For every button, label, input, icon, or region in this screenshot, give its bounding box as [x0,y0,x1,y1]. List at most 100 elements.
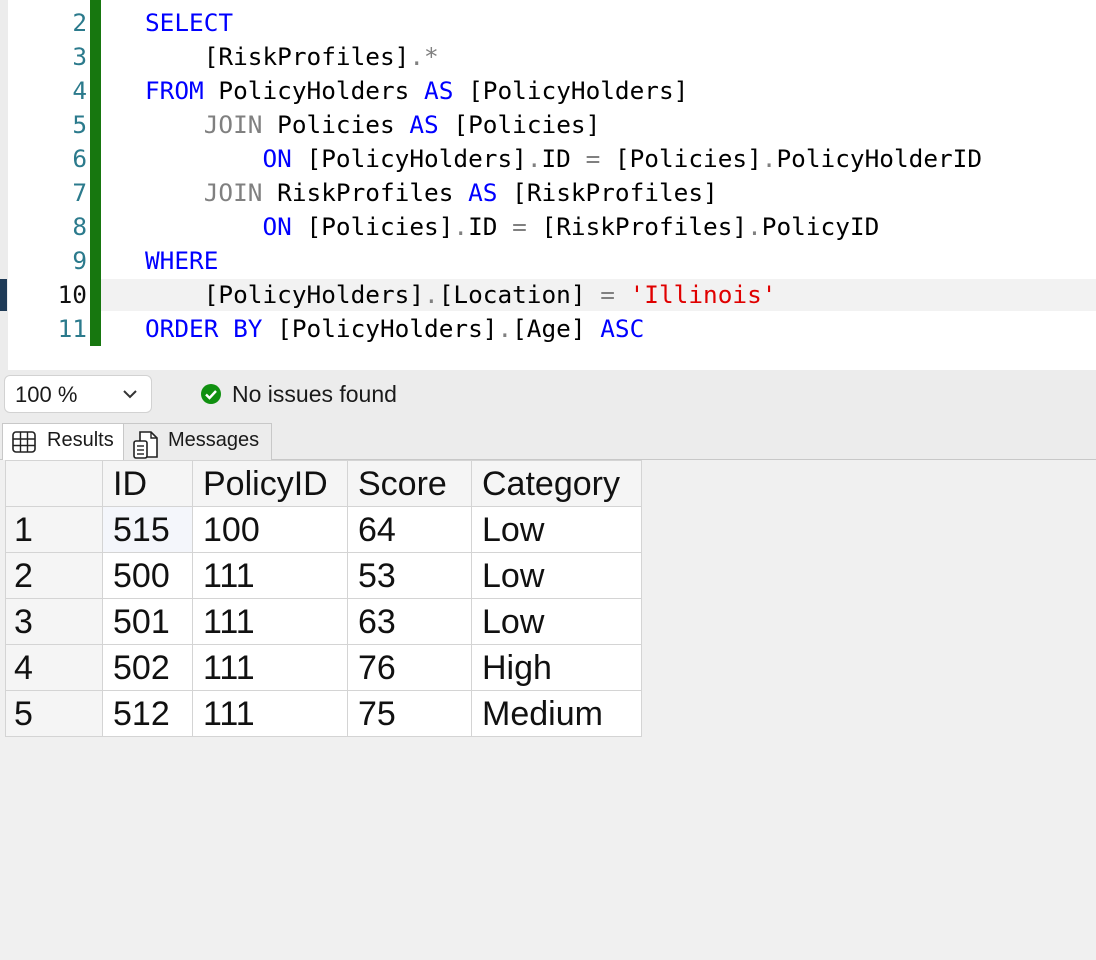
grid-cell[interactable]: 111 [192,598,348,645]
code-token: JOIN [145,178,263,207]
code-token: . [747,212,762,241]
column-header[interactable]: PolicyID [192,460,348,507]
zoom-dropdown[interactable]: 100 % [4,375,152,413]
grid-cell[interactable]: 100 [192,506,348,553]
row-number-cell[interactable]: 3 [5,598,103,645]
code-line[interactable]: 5 JOIN Policies AS [Policies] [0,108,1096,142]
grid-cell[interactable]: 53 [347,552,472,599]
results-grid-area[interactable]: ID PolicyID Score Category 1 515 100 64 Low 2… [0,460,1096,960]
grid-cell[interactable]: High [471,644,642,691]
column-header[interactable]: Category [471,460,642,507]
table-row[interactable]: 5 512 111 75 Medium [5,690,642,737]
row-number-cell[interactable]: 5 [5,690,103,737]
grid-cell[interactable]: 501 [102,598,193,645]
code-line[interactable]: 10 [PolicyHolders].[Location] = 'Illinoi… [0,278,1096,312]
code-token: Policies [262,110,410,139]
code-token: ASC [600,314,645,343]
query-status-bar: 100 % No issues found [0,370,1096,420]
code-token: [Location] [438,280,601,309]
row-number-cell[interactable]: 2 [5,552,103,599]
row-number-cell[interactable]: 1 [5,506,103,553]
grid-cell[interactable]: 111 [192,644,348,691]
code-token: = [600,280,615,309]
code-token: AS [409,110,439,139]
code-line[interactable]: 6 ON [PolicyHolders].ID = [Policies].Pol… [0,142,1096,176]
code-line[interactable]: 7 JOIN RiskProfiles AS [RiskProfiles] [0,176,1096,210]
code-text[interactable]: ORDER BY [PolicyHolders].[Age] ASC [145,312,644,346]
grid-cell[interactable]: 502 [102,644,193,691]
code-token: . [526,144,542,173]
grid-header-row: ID PolicyID Score Category [5,460,642,507]
code-text[interactable]: JOIN RiskProfiles AS [RiskProfiles] [145,176,718,210]
results-tab-strip: Results Messages [0,420,1096,460]
grid-cell[interactable]: 111 [192,690,348,737]
line-number: 11 [57,314,87,343]
issues-status-text: No issues found [232,381,397,407]
code-line[interactable]: 2 SELECT [0,6,1096,40]
zoom-value: 100 % [15,382,78,407]
code-token: WHERE [145,246,219,275]
code-token: . [761,144,777,173]
table-row[interactable]: 1 515 100 64 Low [5,506,642,553]
code-token: [PolicyHolders] [145,280,425,309]
code-token: . [424,280,439,309]
line-number: 2 [72,8,87,37]
grid-cell[interactable]: 111 [192,552,348,599]
code-line[interactable]: 9 WHERE [0,244,1096,278]
check-circle-icon [200,383,222,410]
grid-cell[interactable]: Medium [471,690,642,737]
table-row[interactable]: 4 502 111 76 High [5,644,642,691]
line-number: 6 [72,144,87,173]
code-line[interactable]: 11 ORDER BY [PolicyHolders].[Age] ASC [0,312,1096,346]
grid-cell[interactable]: Low [471,598,642,645]
results-grid[interactable]: ID PolicyID Score Category 1 515 100 64 Low 2… [5,460,642,737]
tab-results[interactable]: Results [2,423,124,460]
code-token: [RiskProfiles] [526,212,748,241]
grid-cell[interactable]: 75 [347,690,472,737]
code-token: SELECT [145,8,234,37]
code-token: PolicyID [761,212,880,241]
sql-editor[interactable]: 2 SELECT 3 [RiskProfiles].* 4 FROM PolicyHol… [0,0,1096,370]
code-text[interactable]: [PolicyHolders].[Location] = 'Illinois' [145,278,777,312]
line-number: 4 [72,76,87,105]
grid-cell[interactable]: 64 [347,506,472,553]
code-token: ON [145,212,292,241]
code-text[interactable]: FROM PolicyHolders AS [PolicyHolders] [145,74,688,108]
code-line[interactable]: 3 [RiskProfiles].* [0,40,1096,74]
code-text[interactable]: SELECT [145,6,233,40]
line-number: 10 [57,280,87,309]
code-line[interactable]: 4 FROM PolicyHolders AS [PolicyHolders] [0,74,1096,108]
code-text[interactable]: JOIN Policies AS [Policies] [145,108,601,142]
grid-cell[interactable]: 63 [347,598,472,645]
column-header[interactable]: Score [347,460,472,507]
code-token: .* [409,42,439,71]
tab-messages[interactable]: Messages [124,423,272,460]
code-token: [RiskProfiles] [145,42,410,71]
table-row[interactable]: 3 501 111 63 Low [5,598,642,645]
grid-cell[interactable]: 515 [102,506,193,553]
grid-corner-cell[interactable] [5,460,103,507]
grid-cell[interactable]: Low [471,552,642,599]
code-line[interactable]: 8 ON [Policies].ID = [RiskProfiles].Poli… [0,210,1096,244]
row-number-cell[interactable]: 4 [5,644,103,691]
table-row[interactable]: 2 500 111 53 Low [5,552,642,599]
code-token: RiskProfiles [262,178,469,207]
column-header[interactable]: ID [102,460,193,507]
code-token: ON [145,144,292,173]
line-number: 7 [72,178,87,207]
line-number: 3 [72,42,87,71]
code-text[interactable]: WHERE [145,244,218,278]
grid-cell[interactable]: 76 [347,644,472,691]
grid-cell[interactable]: 500 [102,552,193,599]
code-text[interactable]: ON [Policies].ID = [RiskProfiles].Policy… [145,210,879,244]
line-number: 8 [72,212,87,241]
code-token: [Policies] [600,144,762,173]
grid-icon [11,430,37,460]
code-text[interactable]: [RiskProfiles].* [145,40,439,74]
code-token: [PolicyHolders] [453,76,689,105]
code-token: [RiskProfiles] [497,178,718,207]
code-text[interactable]: ON [PolicyHolders].ID = [Policies].Polic… [145,142,982,176]
grid-cell[interactable]: 512 [102,690,193,737]
grid-cell[interactable]: Low [471,506,642,553]
tab-results-label: Results [47,429,114,451]
